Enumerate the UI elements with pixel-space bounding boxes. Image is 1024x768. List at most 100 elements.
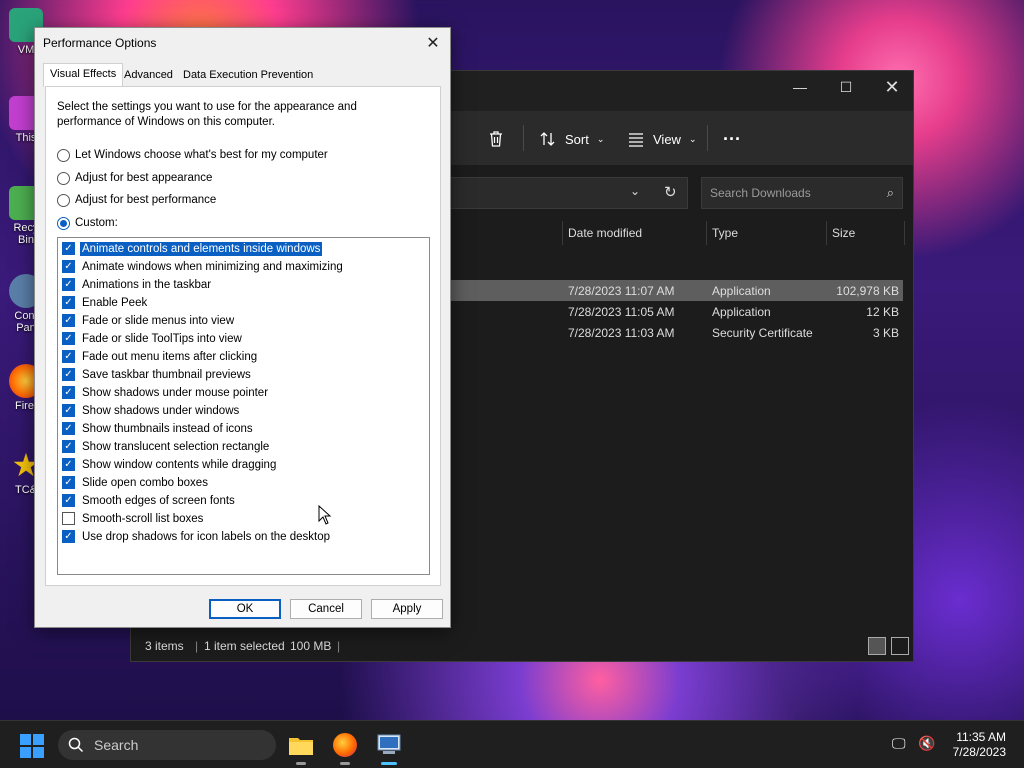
radio-best-performance[interactable]: Adjust for best performance [57,192,216,208]
close-icon: ✕ [884,76,900,97]
checkmark-icon: ✓ [64,386,73,398]
checkbox[interactable]: ✓ [62,440,75,453]
search-icon: ⌕ [886,185,894,200]
status-bar: 3 items | 1 item selected 100 MB | [131,629,913,661]
table-row[interactable]: 7/28/2023 11:07 AM Application 102,978 K… [451,280,903,301]
delete-button[interactable] [487,125,505,153]
checkbox[interactable]: ✓ [62,260,75,273]
checkbox[interactable]: ✓ [62,242,75,255]
visual-effects-list: ✓ Animate controls and elements inside wi… [57,237,430,575]
option-label: Smooth-scroll list boxes [82,512,204,525]
volume-muted-icon[interactable]: 🔇 [918,735,935,752]
tab-data-execution-prevention[interactable]: Data Execution Prevention [177,65,319,87]
status-divider: | [195,639,199,653]
radio-best-appearance[interactable]: Adjust for best appearance [57,170,212,186]
option-checkbox-row[interactable]: ✓ Animations in the taskbar [62,276,213,293]
option-checkbox-row[interactable]: ✓ Save taskbar thumbnail previews [62,366,253,383]
close-button[interactable]: ✕ [869,71,915,103]
more-options-button[interactable]: ··· [723,125,741,153]
search-input[interactable]: Search Downloads ⌕ [701,177,903,209]
option-checkbox-row[interactable]: ✓ Show shadows under windows [62,402,241,419]
radio-let-windows-choose[interactable]: Let Windows choose what's best for my co… [57,147,328,163]
refresh-icon[interactable]: ↻ [664,183,677,201]
tab-visual-effects[interactable]: Visual Effects [43,63,124,87]
option-label: Show shadows under mouse pointer [82,386,269,399]
checkmark-icon: ✓ [64,476,73,488]
table-row[interactable]: 7/28/2023 11:03 AM Security Certificate … [451,322,903,343]
checkbox[interactable] [62,512,75,525]
windows-start-icon[interactable] [20,734,44,758]
option-label: Show translucent selection rectangle [82,440,270,453]
checkbox[interactable]: ✓ [62,278,75,291]
taskbar-performance-options[interactable] [374,730,404,765]
option-label: Show window contents while dragging [82,458,277,471]
active-indicator [381,762,397,765]
apply-button[interactable]: Apply [371,599,443,619]
visual-effects-panel: Select the settings you want to use for … [45,86,441,586]
cancel-button[interactable]: Cancel [290,599,362,619]
minimize-button[interactable]: — [777,71,823,103]
option-label: Use drop shadows for icon labels on the … [82,530,331,543]
ellipsis-icon: ··· [723,128,741,149]
option-checkbox-row[interactable]: ✓ Show thumbnails instead of icons [62,420,255,437]
checkbox[interactable]: ✓ [62,350,75,363]
view-button[interactable]: View ⌄ [627,125,697,153]
option-checkbox-row[interactable]: ✓ Animate windows when minimizing and max… [62,258,345,275]
taskbar: Search 🖵 🔇 11:35 AM 7/28/2023 [0,720,1024,768]
running-indicator [296,762,306,765]
checkbox[interactable]: ✓ [62,386,75,399]
checkmark-icon: ✓ [64,296,73,308]
sort-button[interactable]: Sort ⌄ [539,125,604,153]
column-header-type[interactable]: Type [712,226,738,240]
taskbar-search[interactable]: Search [58,730,276,760]
sort-icon [540,132,555,146]
checkmark-icon: ✓ [64,350,73,362]
taskbar-file-explorer[interactable] [286,730,316,765]
option-checkbox-row[interactable]: ✓ Fade or slide menus into view [62,312,236,329]
column-header-size[interactable]: Size [832,226,855,240]
table-row[interactable]: 7/28/2023 11:05 AM Application 12 KB [451,301,903,322]
tiles-view-button[interactable] [891,637,909,655]
network-icon[interactable]: 🖵 [892,735,906,752]
option-label: Smooth edges of screen fonts [82,494,235,507]
checkbox[interactable]: ✓ [62,530,75,543]
checkbox[interactable]: ✓ [62,404,75,417]
tab-advanced[interactable]: Advanced [118,65,179,87]
view-icon [629,133,643,147]
checkbox[interactable]: ✓ [62,296,75,309]
column-separator [904,221,905,245]
checkbox[interactable]: ✓ [62,422,75,435]
option-checkbox-row[interactable]: ✓ Show shadows under mouse pointer [62,384,270,401]
chevron-down-icon[interactable]: ⌄ [630,184,640,198]
option-checkbox-row[interactable]: ✓ Use drop shadows for icon labels on the… [62,528,332,545]
taskbar-firefox[interactable] [330,730,360,765]
radio-circle [57,216,70,230]
option-checkbox-row[interactable]: ✓ Show window contents while dragging [62,456,278,473]
option-checkbox-row[interactable]: ✓ Fade out menu items after clicking [62,348,259,365]
performance-options-dialog: Performance Options ✕ Visual Effects Adv… [34,27,451,628]
checkbox[interactable]: ✓ [62,458,75,471]
maximize-button[interactable]: ☐ [823,71,869,103]
ok-button[interactable]: OK [209,599,281,619]
radio-custom[interactable]: Custom: [57,215,118,231]
taskbar-clock[interactable]: 11:35 AM 7/28/2023 [953,730,1006,760]
checkbox[interactable]: ✓ [62,314,75,327]
status-selected: 1 item selected [204,639,285,653]
checkbox[interactable]: ✓ [62,368,75,381]
option-label: Save taskbar thumbnail previews [82,368,251,381]
trash-icon [490,131,502,147]
option-checkbox-row[interactable]: ✓ Fade or slide ToolTips into view [62,330,244,347]
column-header-date[interactable]: Date modified [568,226,642,240]
dialog-close-button[interactable]: ✕ [422,32,444,54]
details-view-button[interactable] [868,637,886,655]
option-checkbox-row[interactable]: ✓ Show translucent selection rectangle [62,438,271,455]
radio-circle [57,171,70,185]
option-checkbox-row[interactable]: ✓ Slide open combo boxes [62,474,210,491]
checkbox[interactable]: ✓ [62,494,75,507]
option-checkbox-row[interactable]: ✓ Smooth edges of screen fonts [62,492,237,509]
option-checkbox-row[interactable]: Smooth-scroll list boxes [62,510,205,527]
checkbox[interactable]: ✓ [62,476,75,489]
option-checkbox-row[interactable]: ✓ Animate controls and elements inside wi… [62,240,324,257]
checkbox[interactable]: ✓ [62,332,75,345]
option-checkbox-row[interactable]: ✓ Enable Peek [62,294,149,311]
